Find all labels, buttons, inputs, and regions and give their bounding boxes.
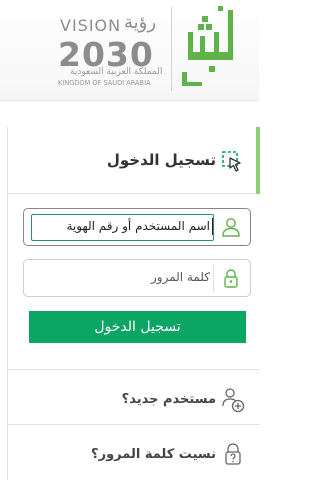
absher-logo — [182, 6, 233, 86]
lock-question-icon — [225, 443, 241, 465]
forgot-password-label: نسيت كلمة المرور؟ — [91, 447, 216, 462]
kingdom-en-text: KINGDOM OF SAUDI ARABIA — [58, 79, 151, 87]
lock-icon — [224, 269, 238, 288]
vision-en-text: VISION — [60, 16, 122, 35]
username-field[interactable]: اسم المستخدم أو رقم الهوية — [23, 208, 251, 246]
login-title: تسجيل الدخول — [106, 151, 216, 169]
vision-ar-text: رؤية — [124, 12, 157, 33]
field-separator — [213, 264, 214, 292]
vision-2030-logo: VISION رؤية 2030 المملكة العربية السعودي… — [54, 12, 172, 87]
login-cursor-icon — [222, 151, 241, 172]
kingdom-ar-text: المملكة العربية السعودية — [70, 67, 163, 77]
new-user-link[interactable]: مستخدم جديد؟ — [8, 369, 260, 431]
password-field[interactable]: كلمة المرور — [23, 259, 251, 297]
header-divider — [171, 7, 172, 91]
password-input-placeholder[interactable]: كلمة المرور — [151, 270, 210, 284]
active-tab-indicator — [256, 127, 260, 194]
login-submit-button[interactable]: تسجيل الدخول — [29, 311, 246, 343]
forgot-password-link[interactable]: نسيت كلمة المرور؟ — [8, 424, 260, 480]
text-caret — [212, 218, 213, 235]
add-user-icon — [222, 388, 245, 413]
login-panel: تسجيل الدخول اسم المستخدم أو رقم الهوية … — [7, 127, 260, 480]
login-tab[interactable]: تسجيل الدخول — [8, 127, 260, 194]
new-user-label: مستخدم جديد؟ — [121, 392, 216, 407]
username-input-text[interactable]: اسم المستخدم أو رقم الهوية — [66, 219, 210, 233]
user-icon — [222, 218, 240, 237]
header: VISION رؤية 2030 المملكة العربية السعودي… — [0, 0, 259, 101]
